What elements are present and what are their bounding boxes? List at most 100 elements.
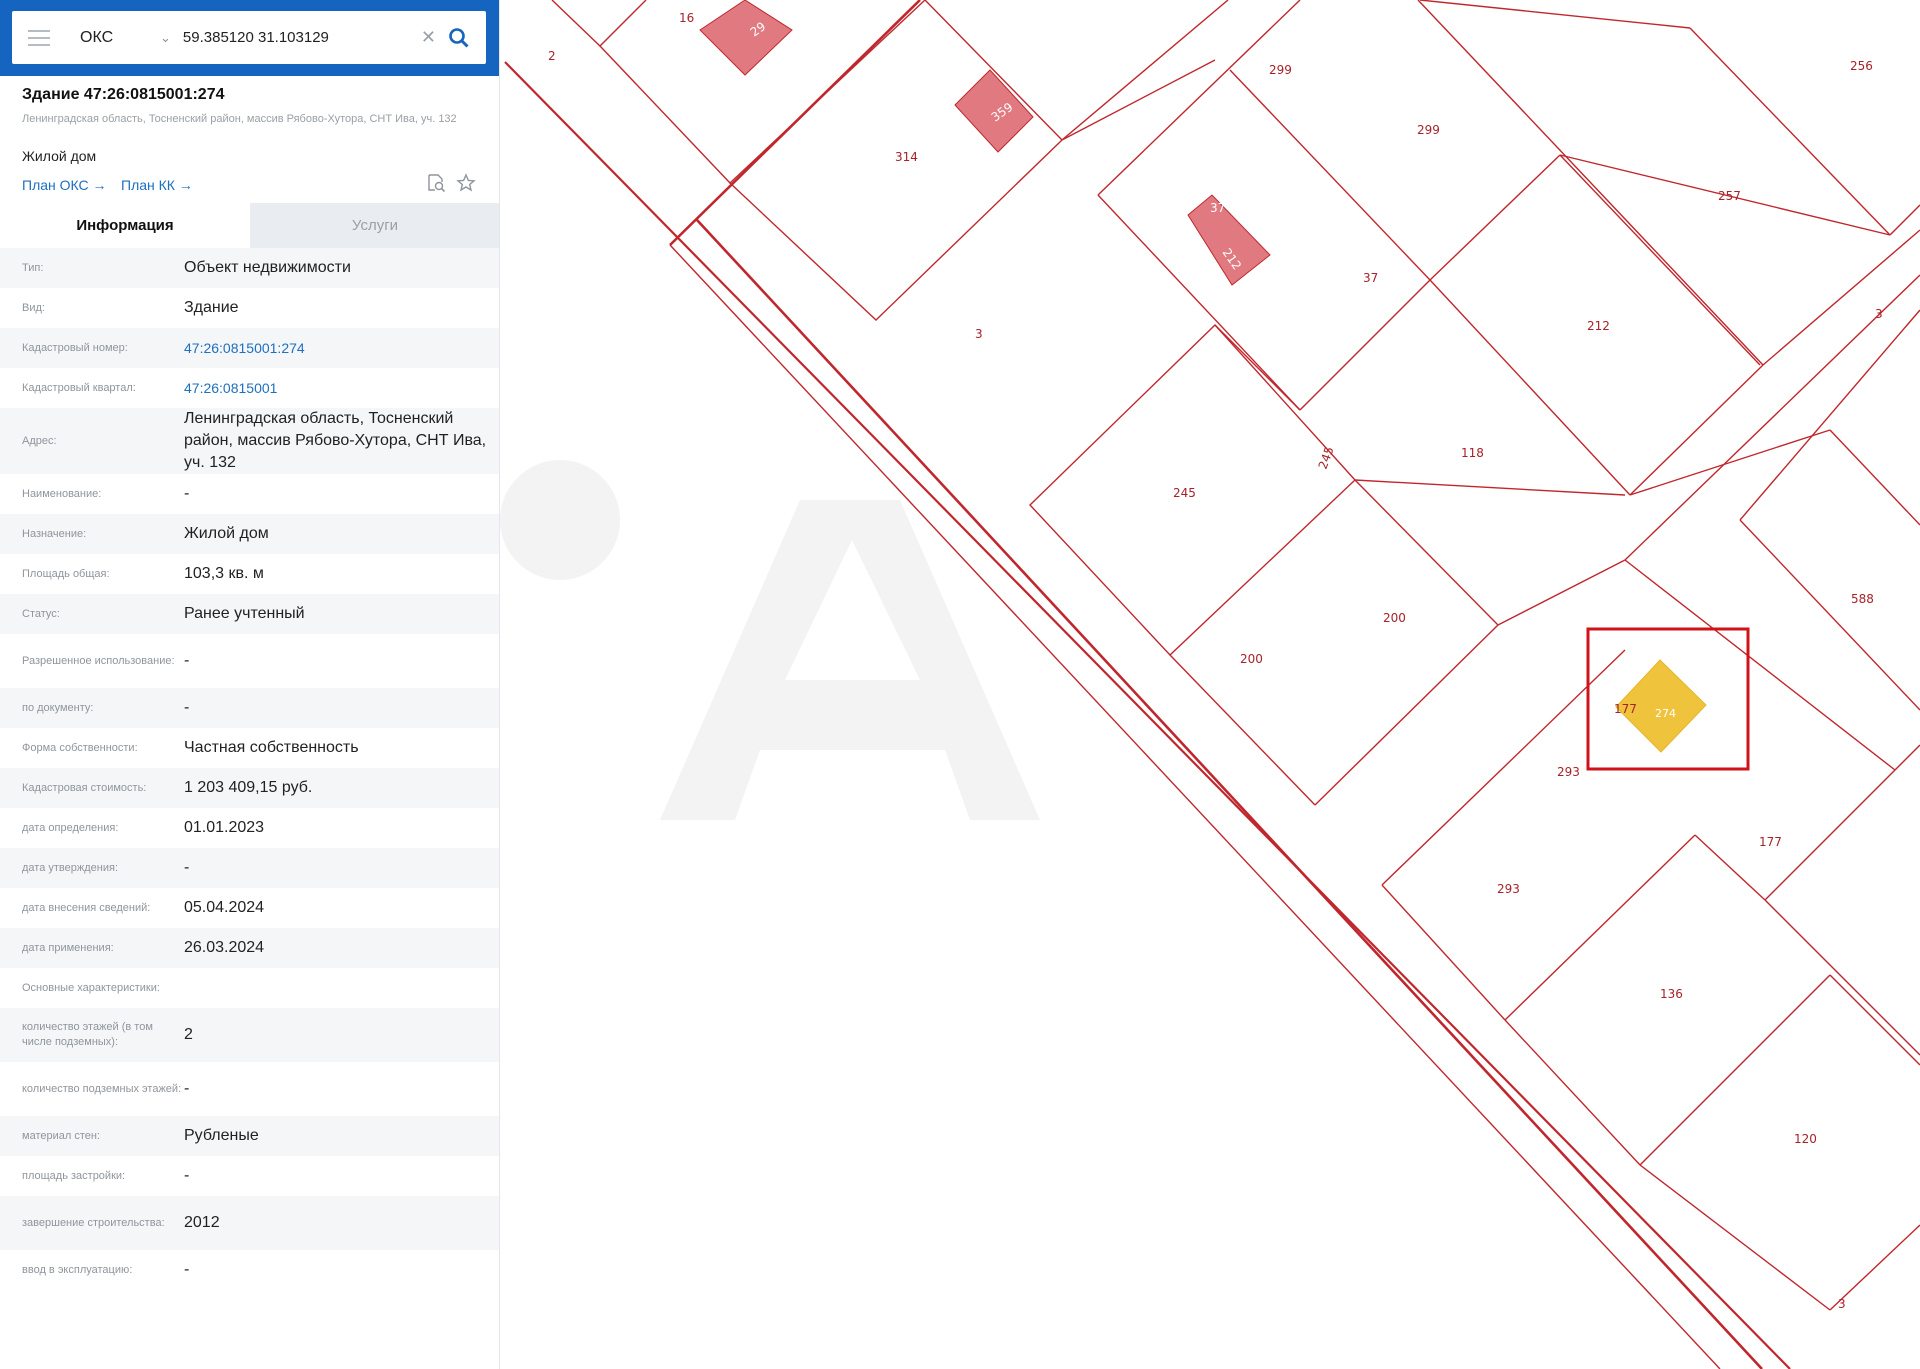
building-29[interactable]: 29 xyxy=(699,0,793,76)
parcel-boundary xyxy=(1214,324,1301,411)
parcel-boundary xyxy=(1381,884,1506,1021)
parcel-number-label: 136 xyxy=(1660,987,1683,1001)
road-edge xyxy=(504,61,1791,1369)
property-value: Объект недвижимости xyxy=(184,259,351,276)
parcel-boundary xyxy=(1504,1019,1641,1166)
parcel-boundary xyxy=(1299,279,1431,411)
coordinates-input[interactable]: 59.385120 31.103129 xyxy=(183,29,421,46)
parcel-number-label: 314 xyxy=(895,150,918,164)
parcel-boundary xyxy=(1764,899,1920,1056)
plan-oks-link[interactable]: План ОКС → xyxy=(22,177,107,193)
parcel-boundary xyxy=(1497,559,1626,626)
selected-building-label: 274 xyxy=(1655,707,1676,720)
parcel-number-label: 245 xyxy=(1316,445,1337,471)
parcel-number-label: 293 xyxy=(1557,765,1580,779)
property-label: Основные характеристики: xyxy=(22,981,160,994)
property-value: Жилой дом xyxy=(184,525,269,542)
property-row: дата применения: 26.03.2024 xyxy=(0,928,499,968)
property-row: Наименование: - xyxy=(0,474,499,514)
property-value: - xyxy=(184,1167,190,1184)
parcel-number-label: 16 xyxy=(679,11,694,25)
property-label: площадь застройки: xyxy=(22,1169,126,1182)
property-value: - xyxy=(184,859,190,876)
tab-bar: Информация Услуги xyxy=(0,203,499,248)
property-label: Кадастровая стоимость: xyxy=(22,781,147,794)
tab-services[interactable]: Услуги xyxy=(250,203,499,248)
property-label: дата определения: xyxy=(22,821,119,834)
road-edge xyxy=(669,244,1721,1369)
property-value: 1 203 409,15 руб. xyxy=(184,779,313,796)
svg-text:37: 37 xyxy=(1210,201,1225,215)
property-label: количество подземных этажей: xyxy=(22,1082,182,1095)
property-value-link[interactable]: 47:26:0815001:274 xyxy=(184,337,490,359)
property-value: 2012 xyxy=(184,1214,220,1231)
parcel-boundary xyxy=(1629,429,1831,496)
parcel-boundary xyxy=(1429,279,1631,496)
property-row: Кадастровая стоимость: 1 203 409,15 руб. xyxy=(0,768,499,808)
property-value: Ленинградская область, Тосненский район,… xyxy=(184,410,487,471)
close-icon[interactable]: ✕ xyxy=(421,27,436,48)
property-value: 2 xyxy=(184,1026,193,1043)
star-icon[interactable] xyxy=(456,173,476,193)
building-37-212[interactable]: 37 212 xyxy=(1187,194,1271,286)
search-box[interactable]: ОКС ⌄ 59.385120 31.103129 ✕ xyxy=(12,11,486,64)
search-bar: ОКС ⌄ 59.385120 31.103129 ✕ xyxy=(0,0,499,76)
property-label: Кадастровый номер: xyxy=(22,341,128,354)
parcel-boundary xyxy=(1061,59,1216,141)
parcel-boundary xyxy=(1559,154,1761,366)
parcel-number-label: 3 xyxy=(1838,1297,1846,1311)
property-row: Вид: Здание xyxy=(0,288,499,328)
property-value: - xyxy=(184,1261,190,1278)
property-row: Адрес: Ленинградская область, Тосненский … xyxy=(0,408,499,474)
parcel-boundary xyxy=(1417,0,1764,366)
parcel-boundary xyxy=(1429,154,1561,281)
zoom-to-object-icon[interactable] xyxy=(426,173,446,193)
parcel-boundary xyxy=(1764,769,1896,901)
property-row: завершение строительства: 2012 xyxy=(0,1196,499,1250)
parcel-boundary xyxy=(1894,744,1920,771)
property-value: Частная собственность xyxy=(184,739,359,756)
parcel-boundary xyxy=(1739,519,1920,711)
property-row: дата определения: 01.01.2023 xyxy=(0,808,499,848)
search-icon[interactable] xyxy=(448,27,470,49)
property-label: Наименование: xyxy=(22,487,102,500)
property-label: по документу: xyxy=(22,701,94,714)
property-label: материал стен: xyxy=(22,1129,100,1142)
property-row: количество этажей (в том числе подземных… xyxy=(0,1008,499,1062)
property-row: Назначение: Жилой дом xyxy=(0,514,499,554)
menu-icon[interactable] xyxy=(28,29,50,46)
parcel-boundary xyxy=(551,0,647,47)
parcel-boundary xyxy=(1829,974,1920,1066)
parcel-number-label: 3 xyxy=(1875,307,1883,321)
property-label: Адрес: xyxy=(22,434,57,447)
parcel-number-label: 212 xyxy=(1587,319,1610,333)
parcel-number-label: 245 xyxy=(1173,486,1196,500)
chevron-down-icon[interactable]: ⌄ xyxy=(160,30,171,46)
road-edge xyxy=(696,219,1763,1369)
parcel-boundary xyxy=(1354,479,1499,626)
property-label: Статус: xyxy=(22,607,60,620)
layer-select[interactable]: ОКС xyxy=(80,29,160,47)
property-label: завершение строительства: xyxy=(22,1216,165,1229)
parcel-boundary xyxy=(1419,0,1691,29)
parcel-number-label: 37 xyxy=(1363,271,1378,285)
parcel-number-label: 200 xyxy=(1383,611,1406,625)
property-label: Разрешенное использование: xyxy=(22,654,175,667)
parcel-number-label: 200 xyxy=(1240,652,1263,666)
property-row: Кадастровый номер: 47:26:0815001:274 xyxy=(0,328,499,368)
property-value-link[interactable]: 47:26:0815001 xyxy=(184,377,490,399)
property-label: Кадастровый квартал: xyxy=(22,381,136,394)
property-label: дата применения: xyxy=(22,941,114,954)
object-address: Ленинградская область, Тосненский район,… xyxy=(22,113,457,125)
tab-information[interactable]: Информация xyxy=(0,203,250,248)
property-row: материал стен: Рубленые xyxy=(0,1116,499,1156)
property-row: дата внесения сведений: 05.04.2024 xyxy=(0,888,499,928)
property-label: Тип: xyxy=(22,261,44,274)
parcel-number-label: 299 xyxy=(1417,123,1440,137)
property-value: - xyxy=(184,485,190,502)
plan-kk-link[interactable]: План КК → xyxy=(121,177,193,193)
property-row: Тип: Объект недвижимости xyxy=(0,248,499,288)
property-value: 103,3 кв. м xyxy=(184,565,264,582)
parcel-number-label: 293 xyxy=(1497,882,1520,896)
building-359[interactable]: 359 xyxy=(954,69,1034,153)
